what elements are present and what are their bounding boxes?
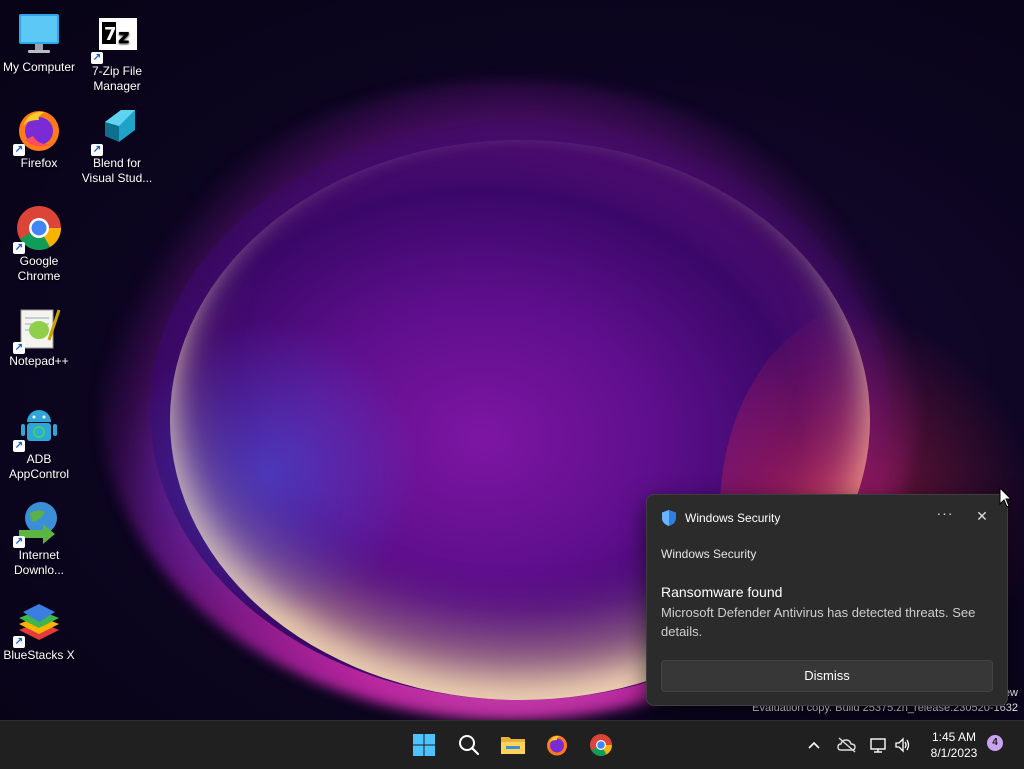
desktop-icon-label: Internet Downlo... xyxy=(13,548,65,577)
folder-icon xyxy=(501,737,525,754)
desktop-icon-firefox[interactable]: ↗ Firefox xyxy=(0,106,78,171)
desktop-icon-label: My Computer xyxy=(2,60,76,74)
firefox-taskbar-button[interactable] xyxy=(539,727,575,763)
desktop-icon-label: BlueStacks X xyxy=(3,648,75,662)
shortcut-arrow-icon: ↗ xyxy=(91,52,103,64)
desktop-icon-label: Blend for Visual Stud... xyxy=(81,156,153,185)
chrome-icon: ↗ xyxy=(13,204,63,254)
wallpaper-blue-glow xyxy=(120,320,420,620)
taskbar: 1:45 AM 8/1/2023 xyxy=(0,720,1024,769)
speaker-icon xyxy=(895,737,910,753)
monitor-icon xyxy=(15,10,63,58)
shortcut-arrow-icon: ↗ xyxy=(13,536,25,548)
shortcut-arrow-icon: ↗ xyxy=(13,636,25,648)
chevron-up-icon xyxy=(808,741,820,749)
desktop-icon-label: 7-Zip File Manager xyxy=(91,64,142,93)
desktop-icon-label: Notepad++ xyxy=(9,354,69,368)
toast-title: Ransomware found xyxy=(661,584,783,600)
desktop-icon-adb-appcontrol[interactable]: ↗ ADB AppControl xyxy=(0,402,78,482)
shortcut-arrow-icon: ↗ xyxy=(13,342,25,354)
network-icon xyxy=(870,738,886,753)
notepadpp-icon: ↗ xyxy=(13,304,63,354)
toast-app-name: Windows Security xyxy=(661,547,757,561)
notification-toast[interactable]: Windows Security ··· ✕ Windows Security … xyxy=(646,494,1008,706)
volume-tray-button[interactable] xyxy=(888,727,918,763)
shortcut-arrow-icon: ↗ xyxy=(91,144,103,156)
shortcut-arrow-icon: ↗ xyxy=(13,242,25,254)
file-explorer-taskbar-button[interactable] xyxy=(495,727,531,763)
desktop-icon-7zip[interactable]: 7 z ↗ 7-Zip File Manager xyxy=(78,14,156,94)
desktop-icon-blend[interactable]: ↗ Blend for Visual Stud... xyxy=(78,106,156,186)
dismiss-button[interactable]: Dismiss xyxy=(661,660,993,692)
desktop-icon-bluestacks[interactable]: ↗ BlueStacks X xyxy=(0,598,78,663)
internet-download-manager-icon: ↗ xyxy=(13,498,63,548)
taskbar-clock[interactable]: 1:45 AM 8/1/2023 xyxy=(918,729,990,761)
shortcut-arrow-icon: ↗ xyxy=(13,440,25,452)
clock-time: 1:45 AM xyxy=(931,730,977,744)
toast-body: Microsoft Defender Antivirus has detecte… xyxy=(661,605,976,639)
clock-date: 8/1/2023 xyxy=(930,746,978,760)
chrome-icon xyxy=(590,734,612,756)
svg-text:z: z xyxy=(118,24,130,48)
windows-logo-icon xyxy=(413,734,435,756)
desktop-icon-label: Google Chrome xyxy=(17,254,61,283)
close-notification-button[interactable]: ✕ xyxy=(971,505,993,527)
shortcut-arrow-icon: ↗ xyxy=(13,144,25,156)
toast-header-app-name: Windows Security xyxy=(685,511,781,525)
windows-security-shield-icon xyxy=(662,510,676,526)
blend-icon: ↗ xyxy=(91,106,141,156)
firefox-icon: ↗ xyxy=(13,106,63,156)
android-icon: ↗ xyxy=(13,402,63,452)
desktop-icon-notepadpp[interactable]: ↗ Notepad++ xyxy=(0,304,78,369)
show-hidden-icons-button[interactable] xyxy=(798,727,830,763)
cloud-offline-icon xyxy=(837,737,856,753)
search-icon xyxy=(459,735,480,756)
notification-count-badge[interactable]: 4 xyxy=(987,735,1003,751)
bluestacks-icon: ↗ xyxy=(13,598,63,648)
desktop-icon-label: ADB AppControl xyxy=(8,452,70,481)
desktop-icon-label: Firefox xyxy=(20,156,58,170)
search-button[interactable] xyxy=(451,727,487,763)
start-button[interactable] xyxy=(406,727,442,763)
firefox-icon xyxy=(547,735,567,756)
desktop-icon-chrome[interactable]: ↗ Google Chrome xyxy=(0,204,78,284)
svg-text:7: 7 xyxy=(104,24,117,45)
7zip-icon: 7 z ↗ xyxy=(91,14,141,64)
toast-header: Windows Security xyxy=(661,509,780,527)
mouse-pointer-icon xyxy=(999,487,1013,508)
onedrive-tray-button[interactable] xyxy=(830,727,864,763)
chrome-taskbar-button[interactable] xyxy=(583,727,619,763)
desktop-icon-idm[interactable]: ↗ Internet Downlo... xyxy=(0,498,78,578)
more-options-button[interactable]: ··· xyxy=(933,505,957,527)
desktop-icon-my-computer[interactable]: My Computer xyxy=(0,10,78,75)
